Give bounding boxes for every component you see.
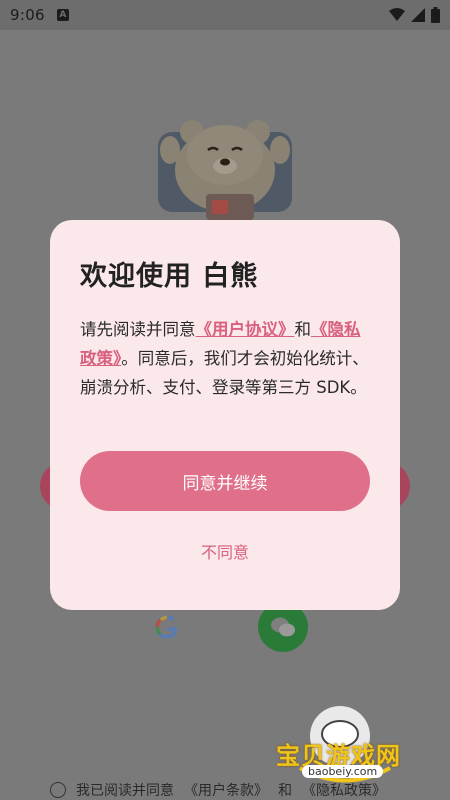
- disagree-button[interactable]: 不同意: [175, 536, 275, 566]
- privacy-dialog: 欢迎使用 白熊 请先阅读并同意《用户协议》和《隐私政策》。同意后，我们才会初始化…: [50, 220, 400, 610]
- app-notification-icon: A: [56, 9, 69, 21]
- watermark-url: baobeiy.com: [302, 765, 384, 778]
- bear-mascot-illustration: [158, 120, 292, 220]
- status-bar: 9:06 A: [0, 0, 450, 30]
- signal-icon: [411, 8, 425, 22]
- status-icons: [389, 7, 440, 23]
- terms-link[interactable]: 《用户条款》: [184, 780, 268, 800]
- agree-radio[interactable]: [50, 782, 66, 798]
- battery-icon: [431, 7, 440, 23]
- wechat-icon: [271, 617, 295, 637]
- dialog-body-prefix: 请先阅读并同意: [80, 320, 196, 339]
- dialog-body-suffix: 。同意后，我们才会初始化统计、崩溃分析、支付、登录等第三方 SDK。: [80, 349, 369, 397]
- agree-text: 我已阅读并同意: [76, 783, 174, 799]
- agree-continue-button[interactable]: 同意并继续: [80, 451, 370, 511]
- wifi-icon: [389, 8, 405, 21]
- dialog-body-and: 和: [294, 320, 312, 339]
- dialog-title: 欢迎使用 白熊: [80, 261, 259, 292]
- status-time: 9:06: [10, 6, 45, 24]
- google-login-icon[interactable]: [154, 614, 180, 640]
- user-agreement-link[interactable]: 《用户协议》: [196, 320, 295, 339]
- dialog-body: 请先阅读并同意《用户协议》和《隐私政策》。同意后，我们才会初始化统计、崩溃分析、…: [80, 315, 370, 402]
